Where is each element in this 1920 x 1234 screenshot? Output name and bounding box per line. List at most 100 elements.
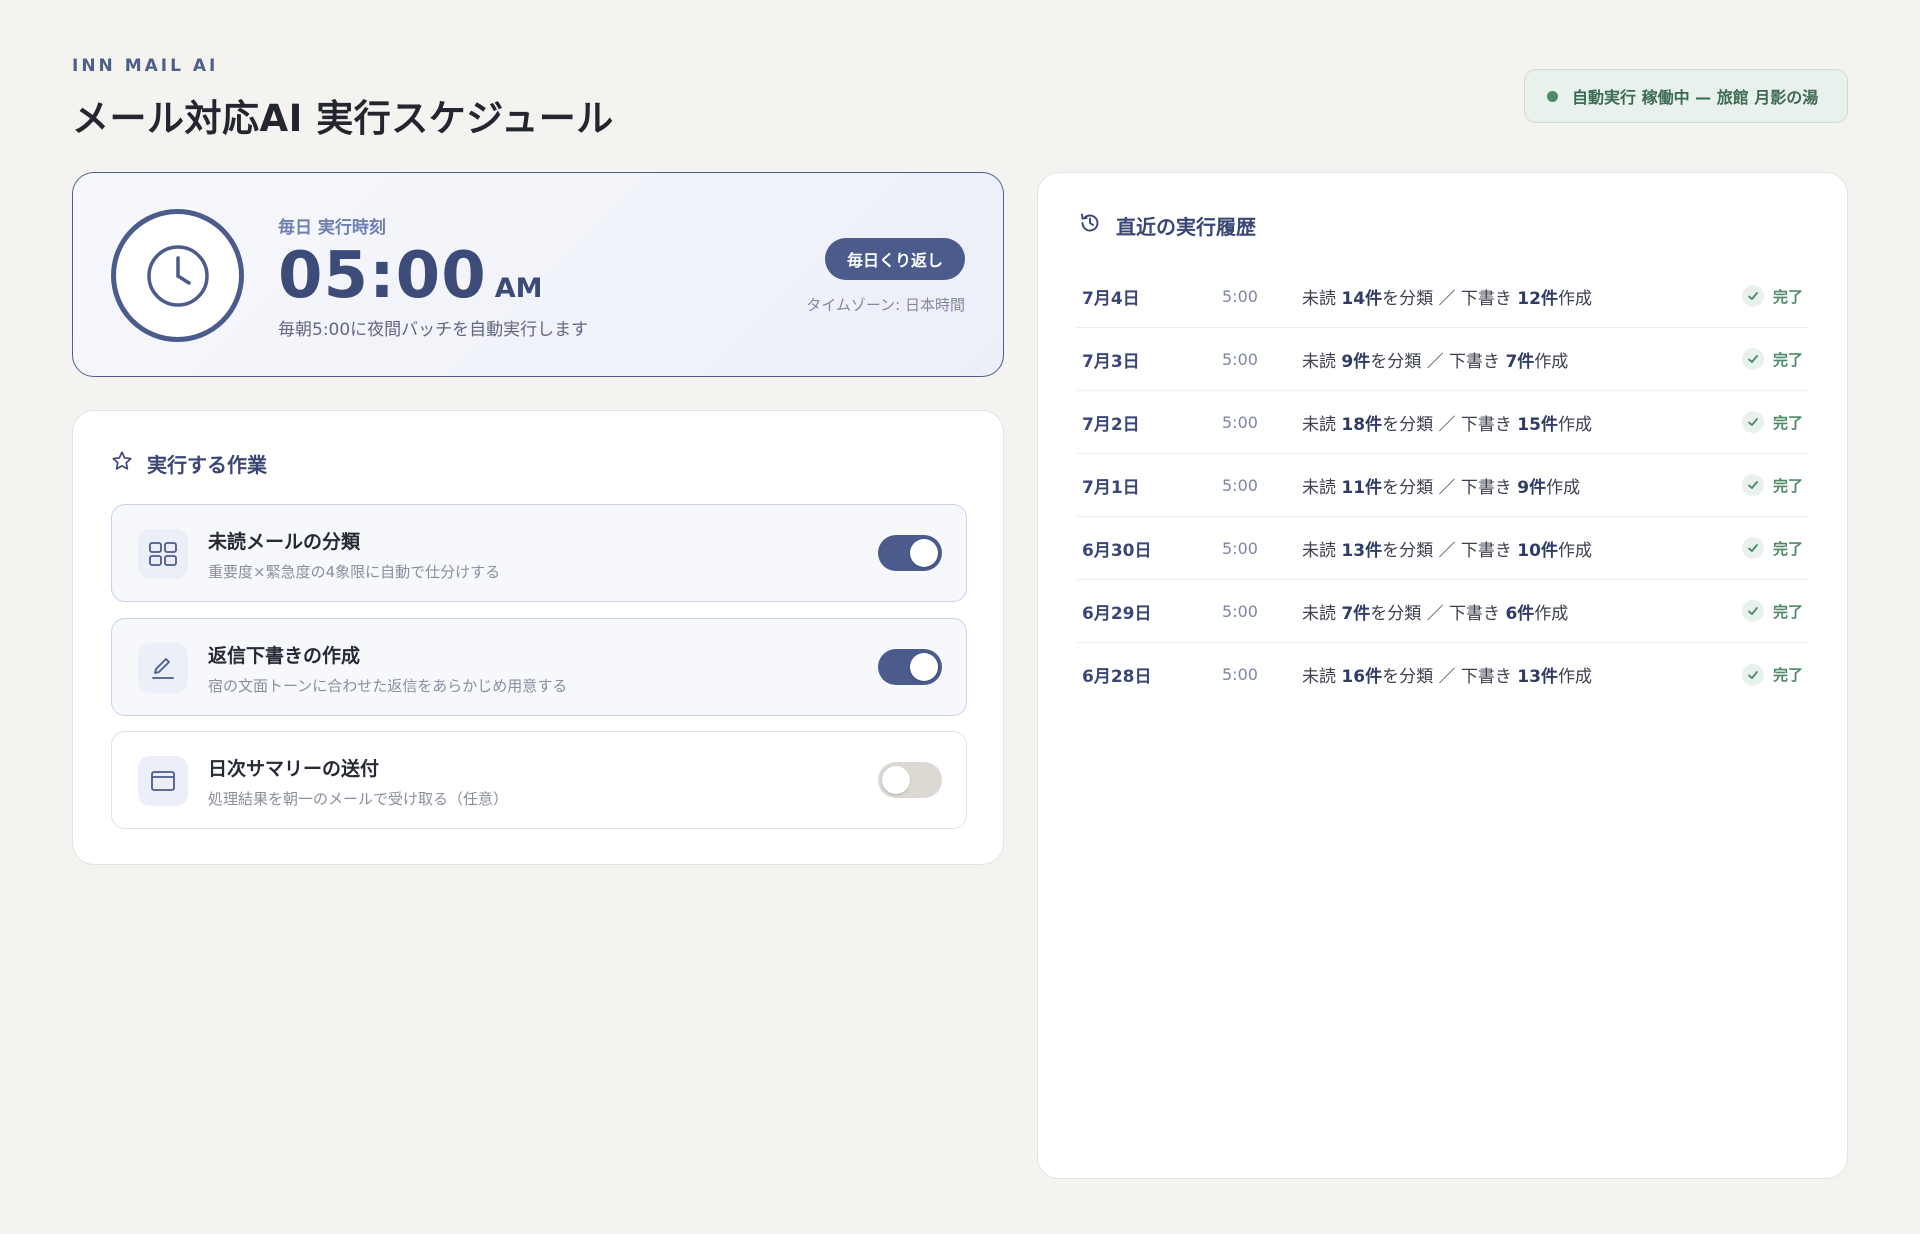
grid-icon bbox=[138, 529, 188, 579]
draft-count: 10件 bbox=[1517, 540, 1558, 561]
pencil-icon bbox=[138, 643, 188, 693]
page-title: メール対応AI 実行スケジュール bbox=[72, 97, 614, 140]
schedule-time-row: 05:00 AM bbox=[278, 239, 542, 313]
history-time: 5:00 bbox=[1222, 475, 1258, 495]
history-date: 6月29日 bbox=[1082, 603, 1152, 624]
summary-classified: を分類 ／ 下書き bbox=[1382, 667, 1518, 687]
draft-count: 7件 bbox=[1505, 351, 1535, 372]
summary-prefix: 未読 bbox=[1302, 414, 1342, 435]
check-icon bbox=[1741, 411, 1764, 433]
history-date: 7月3日 bbox=[1082, 351, 1140, 372]
draft-count: 6件 bbox=[1505, 603, 1535, 624]
repeat-badge[interactable]: 毎日くり返し bbox=[825, 238, 965, 280]
unread-count: 13件 bbox=[1341, 540, 1383, 561]
app-eyebrow: INN MAIL AI bbox=[72, 56, 219, 76]
draft-count: 15件 bbox=[1517, 414, 1558, 435]
window-icon bbox=[138, 756, 188, 806]
history-time: 5:00 bbox=[1222, 601, 1258, 621]
unread-count: 7件 bbox=[1341, 603, 1371, 624]
summary-suffix: 作成 bbox=[1534, 603, 1569, 624]
check-icon bbox=[1741, 348, 1764, 370]
history-status-label: 完了 bbox=[1772, 476, 1803, 495]
history-summary: 未読 7件を分類 ／ 下書き 6件作成 bbox=[1302, 599, 1742, 624]
history-row[interactable]: 7月1日 5:00 未読 11件を分類 ／ 下書き 9件作成 完了 bbox=[1077, 454, 1808, 517]
draft-count: 9件 bbox=[1517, 477, 1547, 498]
draft-count: 12件 bbox=[1517, 288, 1558, 309]
draft-count: 13件 bbox=[1517, 667, 1558, 687]
history-summary: 未読 14件を分類 ／ 下書き 12件作成 bbox=[1302, 284, 1742, 309]
history-summary: 未読 18件を分類 ／ 下書き 15件作成 bbox=[1302, 410, 1742, 435]
status-badge: 自動実行 稼働中 — 旅館 月影の湯 bbox=[1524, 69, 1848, 123]
summary-prefix: 未読 bbox=[1302, 603, 1342, 624]
history-date: 6月28日 bbox=[1082, 667, 1152, 687]
summary-classified: を分類 ／ 下書き bbox=[1370, 603, 1506, 624]
check-icon bbox=[1741, 474, 1764, 496]
history-icon bbox=[1078, 211, 1102, 240]
task-title: 未読メールの分類 bbox=[208, 531, 361, 553]
schedule-time[interactable]: 05:00 bbox=[278, 239, 487, 313]
schedule-ampm: AM bbox=[494, 273, 543, 304]
history-heading: 直近の実行履歴 bbox=[1078, 211, 1256, 240]
history-row[interactable]: 7月3日 5:00 未読 9件を分類 ／ 下書き 7件作成 完了 bbox=[1077, 328, 1808, 391]
tasks-heading-text: 実行する作業 bbox=[147, 453, 267, 477]
star-icon bbox=[111, 450, 133, 477]
history-row[interactable]: 7月4日 5:00 未読 14件を分類 ／ 下書き 12件作成 完了 bbox=[1077, 265, 1808, 328]
summary-suffix: 作成 bbox=[1557, 667, 1592, 687]
task-toggle-classify[interactable] bbox=[878, 535, 942, 571]
task-row-drafts[interactable]: 返信下書きの作成 宿の文面トーンに合わせた返信をあらかじめ用意する bbox=[111, 618, 967, 716]
check-icon bbox=[1741, 285, 1764, 307]
summary-suffix: 作成 bbox=[1557, 414, 1592, 435]
history-date: 7月2日 bbox=[1082, 414, 1140, 435]
history-status: 完了 bbox=[1741, 600, 1808, 622]
task-toggle-drafts[interactable] bbox=[878, 649, 942, 685]
history-row[interactable]: 7月2日 5:00 未読 18件を分類 ／ 下書き 15件作成 完了 bbox=[1077, 391, 1808, 454]
summary-classified: を分類 ／ 下書き bbox=[1382, 414, 1518, 435]
history-row[interactable]: 6月28日 5:00 未読 16件を分類 ／ 下書き 13件作成 完了 bbox=[1077, 643, 1808, 706]
history-heading-text: 直近の実行履歴 bbox=[1116, 215, 1256, 239]
summary-prefix: 未読 bbox=[1302, 667, 1342, 687]
task-row-classify[interactable]: 未読メールの分類 重要度×緊急度の4象限に自動で仕分けする bbox=[111, 504, 967, 602]
summary-classified: を分類 ／ 下書き bbox=[1382, 477, 1518, 498]
unread-count: 16件 bbox=[1341, 667, 1383, 687]
tasks-card: 実行する作業 未読メールの分類 重要度×緊急度の4象限に自動で仕分けする 返信下… bbox=[72, 410, 1004, 865]
status-dot-icon bbox=[1547, 90, 1558, 102]
history-status: 完了 bbox=[1741, 474, 1808, 496]
summary-prefix: 未読 bbox=[1302, 477, 1342, 498]
history-time: 5:00 bbox=[1222, 412, 1258, 432]
history-status-label: 完了 bbox=[1772, 287, 1803, 306]
summary-classified: を分類 ／ 下書き bbox=[1382, 540, 1518, 561]
task-description: 重要度×緊急度の4象限に自動で仕分けする bbox=[208, 563, 501, 581]
history-status: 完了 bbox=[1741, 411, 1808, 433]
history-time: 5:00 bbox=[1222, 286, 1258, 306]
summary-prefix: 未読 bbox=[1302, 540, 1342, 561]
clock-icon bbox=[111, 209, 244, 342]
history-status-label: 完了 bbox=[1772, 602, 1803, 621]
summary-suffix: 作成 bbox=[1557, 288, 1592, 309]
history-row[interactable]: 6月29日 5:00 未読 7件を分類 ／ 下書き 6件作成 完了 bbox=[1077, 580, 1808, 643]
schedule-page: INN MAIL AI メール対応AI 実行スケジュール 自動実行 稼働中 — … bbox=[0, 0, 1920, 1234]
task-description: 宿の文面トーンに合わせた返信をあらかじめ用意する bbox=[208, 677, 568, 695]
unread-count: 18件 bbox=[1341, 414, 1383, 435]
history-status-label: 完了 bbox=[1772, 666, 1803, 684]
history-status-label: 完了 bbox=[1772, 413, 1803, 432]
task-toggle-summary[interactable] bbox=[878, 762, 942, 798]
tasks-heading: 実行する作業 bbox=[111, 449, 267, 478]
summary-suffix: 作成 bbox=[1546, 477, 1581, 498]
check-icon bbox=[1741, 537, 1764, 559]
history-time: 5:00 bbox=[1222, 538, 1258, 558]
history-row[interactable]: 6月30日 5:00 未読 13件を分類 ／ 下書き 10件作成 完了 bbox=[1077, 517, 1808, 580]
check-icon bbox=[1741, 600, 1764, 622]
history-date: 7月1日 bbox=[1082, 477, 1140, 498]
toggle-knob bbox=[882, 766, 910, 794]
task-description: 処理結果を朝一のメールで受け取る（任意） bbox=[208, 790, 509, 808]
history-summary: 未読 16件を分類 ／ 下書き 13件作成 bbox=[1302, 662, 1742, 687]
summary-prefix: 未読 bbox=[1302, 351, 1342, 372]
schedule-card[interactable]: 毎日 実行時刻 05:00 AM 毎朝5:00に夜間バッチを自動実行します 毎日… bbox=[72, 172, 1004, 377]
history-date: 6月30日 bbox=[1082, 540, 1152, 561]
task-row-summary[interactable]: 日次サマリーの送付 処理結果を朝一のメールで受け取る（任意） bbox=[111, 731, 967, 829]
unread-count: 11件 bbox=[1341, 477, 1383, 498]
toggle-knob bbox=[910, 539, 938, 567]
schedule-label: 毎日 実行時刻 bbox=[278, 218, 386, 238]
status-text: 自動実行 稼働中 — 旅館 月影の湯 bbox=[1572, 88, 1819, 107]
history-status-label: 完了 bbox=[1772, 350, 1803, 369]
